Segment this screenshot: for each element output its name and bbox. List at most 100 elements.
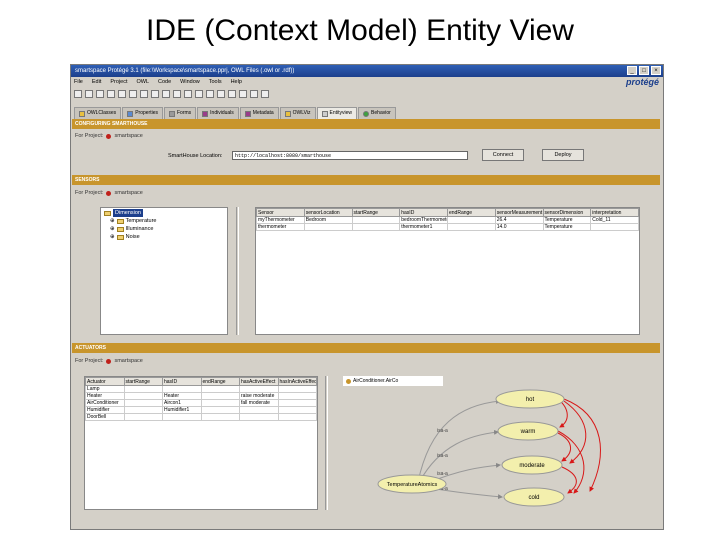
edge-red-1 [563, 398, 601, 492]
redo-icon[interactable] [151, 90, 159, 98]
menu-code[interactable]: Code [158, 77, 171, 87]
actuators-panel-header: ACTUATORS [72, 343, 660, 353]
node-temperature-atomics[interactable]: TemperatureAtomics [377, 474, 447, 494]
dimension-tree: Dimension ⊕ Temperature ⊕ Illuminance ⊕ Noi… [100, 207, 228, 335]
tab-forms[interactable]: Forms [163, 107, 197, 119]
column-header[interactable]: Actuator [85, 377, 125, 386]
folder-icon [116, 234, 124, 240]
tab-properties[interactable]: Properties [122, 107, 163, 119]
project-dot-icon [106, 190, 112, 196]
window-titlebar[interactable]: smartspace Protégé 3.1 (file:\Workspace\… [71, 65, 663, 77]
column-header[interactable]: sensorMeasurement [494, 208, 544, 217]
column-header[interactable]: hasID [162, 377, 202, 386]
metadata-icon [244, 110, 251, 117]
config-panel-header: CONFIGURING SMARTHOUSE [72, 119, 660, 129]
column-header[interactable]: hasInActiveEffect [277, 377, 317, 386]
sensors-table: Sensor sensorLocation startRange hasID e… [255, 207, 640, 335]
menu-window[interactable]: Window [180, 77, 200, 87]
sensors-splitter[interactable] [236, 207, 239, 335]
column-header[interactable]: sensorLocation [303, 208, 353, 217]
edge-red-6 [557, 432, 571, 462]
tab-entityview[interactable]: Entityview [316, 107, 358, 119]
tab-owlclasses[interactable]: OWLClasses [74, 107, 122, 119]
new-project-icon[interactable] [74, 90, 82, 98]
column-header[interactable]: hasActiveEffect [239, 377, 279, 386]
folder-icon [116, 226, 124, 232]
menu-file[interactable]: File [74, 77, 83, 87]
close-icon[interactable]: × [651, 66, 661, 75]
svg-text:warm: warm [520, 429, 536, 435]
config-project-line: For Project: smartspace [75, 133, 143, 139]
actuators-table: Actuator startRange hasID endRange hasAc… [84, 376, 318, 510]
node-moderate[interactable]: moderate [501, 455, 563, 475]
maximize-icon[interactable]: □ [639, 66, 649, 75]
table-row[interactable]: thermometer thermometer1 14.0 Temperature [256, 223, 639, 231]
node-hot[interactable]: hot [495, 389, 565, 409]
menu-edit[interactable]: Edit [92, 77, 101, 87]
undo-icon[interactable] [140, 90, 148, 98]
menu-owl[interactable]: OWL [136, 77, 149, 87]
behavior-icon [363, 110, 370, 117]
node-cold[interactable]: cold [503, 487, 565, 507]
tree-item-illuminance[interactable]: ⊕ Illuminance [104, 225, 224, 233]
tree-item-temperature[interactable]: ⊕ Temperature [104, 217, 224, 225]
column-header[interactable]: endRange [447, 208, 496, 217]
node-warm[interactable]: warm [497, 421, 559, 441]
table-header-row: Sensor sensorLocation startRange hasID e… [256, 208, 639, 217]
table-icon[interactable] [217, 90, 225, 98]
column-header[interactable]: hasID [399, 208, 448, 217]
svg-text:cold: cold [528, 495, 539, 501]
svg-text:TemperatureAtomics: TemperatureAtomics [387, 482, 438, 488]
tree-item-noise[interactable]: ⊕ Noise [104, 233, 224, 241]
tab-individuals[interactable]: Individuals [197, 107, 239, 119]
individuals-icon [202, 110, 209, 117]
smarthouse-location-input[interactable]: http://localhost:8080/smarthouse [232, 151, 468, 160]
check-icon[interactable] [250, 90, 258, 98]
column-header[interactable]: sensorDimension [542, 208, 592, 217]
cut-icon[interactable] [107, 90, 115, 98]
tab-owlviz[interactable]: OWLViz [279, 107, 316, 119]
slide-title: IDE (Context Model) Entity View [146, 14, 574, 47]
stop-icon[interactable] [184, 90, 192, 98]
menu-bar: File Edit Project OWL Code Window Tools … [71, 77, 663, 87]
table-row[interactable]: DoorBell [85, 413, 317, 421]
column-header[interactable]: interpretation [590, 208, 639, 217]
column-header[interactable]: Sensor [256, 208, 305, 217]
table-row[interactable]: myThermometerBedroombedroomThermometer12… [256, 216, 639, 224]
back-icon[interactable] [162, 90, 170, 98]
protege-logo: protégé [625, 77, 659, 87]
column-header[interactable]: startRange [351, 208, 401, 217]
table-row[interactable]: AirConditioner Aircon1 fall moderate [85, 399, 317, 407]
folder-icon [104, 210, 111, 216]
tree-item-dimension[interactable]: Dimension [104, 209, 224, 217]
owlviz-icon [284, 110, 291, 117]
deploy-button[interactable]: Deploy [542, 149, 584, 161]
tab-metadata[interactable]: Metadata [239, 107, 279, 119]
window-title: smartspace Protégé 3.1 (file:\Workspace\… [75, 68, 295, 74]
table-row[interactable]: Humidifier Humidifier1 [85, 406, 317, 414]
tab-behavior[interactable]: Behavior [358, 107, 396, 119]
edge-label: isa-a [437, 428, 448, 434]
actuators-splitter[interactable] [325, 376, 328, 510]
copy-icon[interactable] [118, 90, 126, 98]
menu-help[interactable]: Help [231, 77, 242, 87]
column-header[interactable]: startRange [123, 377, 163, 386]
minimize-icon[interactable]: _ [627, 66, 637, 75]
edge-label: isa-a [437, 471, 448, 477]
classify-icon[interactable] [239, 90, 247, 98]
search-icon[interactable] [228, 90, 236, 98]
refresh-icon[interactable] [195, 90, 203, 98]
forward-icon[interactable] [173, 90, 181, 98]
info-icon[interactable] [261, 90, 269, 98]
paste-icon[interactable] [129, 90, 137, 98]
connect-button[interactable]: Connect [482, 149, 524, 161]
open-project-icon[interactable] [85, 90, 93, 98]
edge-source-warm [419, 429, 499, 482]
save-project-icon[interactable] [96, 90, 104, 98]
grid-icon[interactable] [206, 90, 214, 98]
column-header[interactable]: endRange [200, 377, 240, 386]
menu-tools[interactable]: Tools [209, 77, 222, 87]
menu-project[interactable]: Project [110, 77, 127, 87]
table-row[interactable]: Lamp [85, 385, 317, 393]
table-row[interactable]: Heater Heater raise moderate [85, 392, 317, 400]
